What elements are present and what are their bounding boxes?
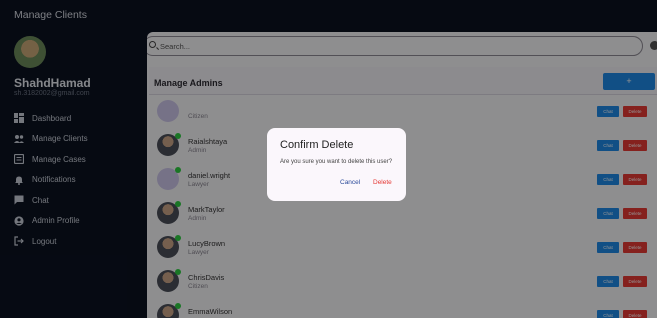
confirm-delete-dialog: Confirm Delete Are you sure you want to …	[267, 128, 406, 201]
dialog-message: Are you sure you want to delete this use…	[280, 159, 393, 165]
cancel-button[interactable]: Cancel	[340, 179, 360, 186]
dialog-title: Confirm Delete	[280, 139, 354, 151]
confirm-delete-button[interactable]: Delete	[373, 179, 392, 186]
